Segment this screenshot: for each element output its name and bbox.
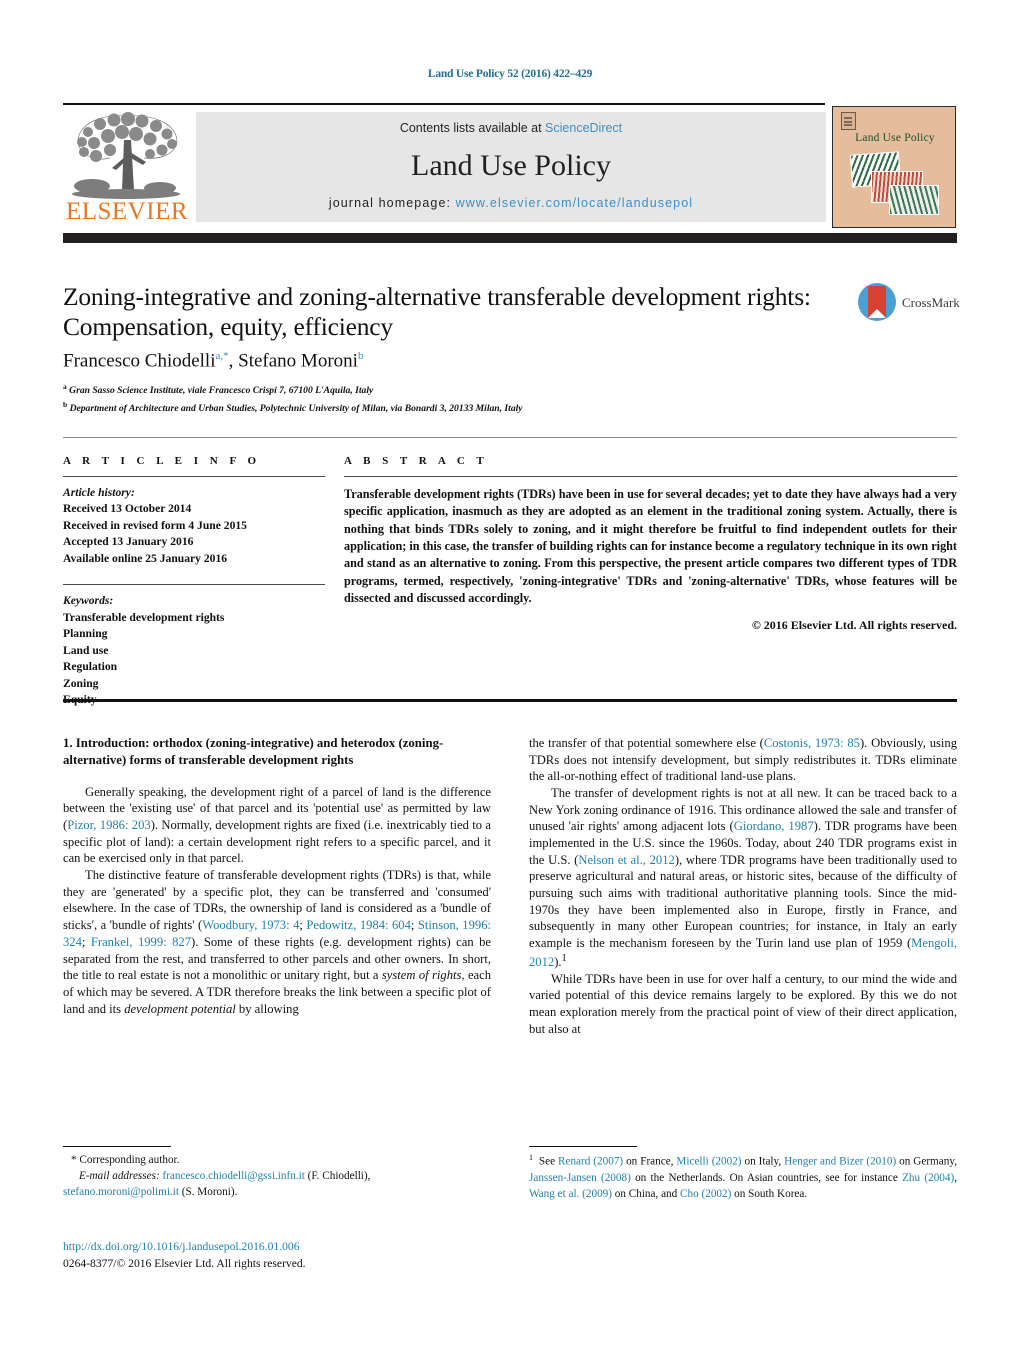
affiliation-b-text: Department of Architecture and Urban Stu… <box>69 403 523 415</box>
journal-homepage-line: journal homepage: www.elsevier.com/locat… <box>196 196 826 210</box>
citation-link[interactable]: Pizor, 1986: 203 <box>67 818 150 832</box>
sciencedirect-link[interactable]: ScienceDirect <box>545 121 622 135</box>
email-name-1: (F. Chiodelli), <box>307 1170 371 1183</box>
keywords-label: Keywords: <box>63 594 114 608</box>
contents-list-line: Contents lists available at ScienceDirec… <box>196 121 826 135</box>
journal-cover-thumbnail: Land Use Policy <box>832 106 956 228</box>
copyright-line: © 2016 Elsevier Ltd. All rights reserved… <box>751 618 957 633</box>
elsevier-wordmark: ELSEVIER <box>65 198 189 225</box>
issn-copyright-line: 0264-8377/© 2016 Elsevier Ltd. All right… <box>63 1257 306 1271</box>
footnote-rule-left <box>63 1146 171 1147</box>
history-item: Received 13 October 2014 <box>63 502 192 516</box>
abstract-column: A B S T R A C T Transferable development… <box>344 455 957 633</box>
paragraph: Generally speaking, the development righ… <box>63 784 491 866</box>
corresponding-author-note: * Corresponding author. E-mail addresses… <box>63 1152 491 1201</box>
citation-link[interactable]: Cho (2002) <box>680 1188 731 1200</box>
history-item: Received in revised form 4 June 2015 <box>63 518 247 532</box>
citation-link[interactable]: Zhu (2004) <box>902 1172 954 1184</box>
article-history: Article history: Received 13 October 201… <box>63 485 325 567</box>
journal-masthead-box: Contents lists available at ScienceDirec… <box>196 112 826 222</box>
footnote-1: 1 See Renard (2007) on France, Micelli (… <box>529 1153 957 1201</box>
citation-link[interactable]: Micelli (2002) <box>676 1156 741 1168</box>
article-info-heading: A R T I C L E I N F O <box>63 455 261 467</box>
keyword-item: Planning <box>63 627 108 641</box>
journal-article-page: Land Use Policy 52 (2016) 422–429 ELSEVI… <box>0 0 1020 1351</box>
body-column-right: the transfer of that potential somewhere… <box>529 735 957 1037</box>
affiliation-a-text: Gran Sasso Science Institute, viale Fran… <box>69 385 374 397</box>
journal-title: Land Use Policy <box>411 149 611 182</box>
corresponding-author-text: * Corresponding author. <box>71 1154 180 1166</box>
email-link-2[interactable]: stefano.moroni@polimi.it <box>63 1186 179 1198</box>
history-item: Available online 25 January 2016 <box>63 551 228 565</box>
affiliations: a Gran Sasso Science Institute, viale Fr… <box>63 381 863 417</box>
email-line-2: stefano.moroni@polimi.it (S. Moroni). <box>63 1184 491 1200</box>
section-heading: 1. Introduction: orthodox (zoning-integr… <box>63 736 444 768</box>
article-info-divider <box>63 476 325 477</box>
footnote-marker[interactable]: 1 <box>562 953 567 964</box>
keyword-item: Regulation <box>63 660 118 674</box>
article-history-label: Article history: <box>63 486 135 499</box>
paragraph: The transfer of development rights is no… <box>529 786 957 969</box>
paragraph: The distinctive feature of transferable … <box>63 868 492 1016</box>
keyword-item: Zoning <box>63 676 99 690</box>
homepage-prefix: journal homepage: <box>328 196 456 210</box>
keywords-divider <box>63 584 325 586</box>
abstract-heading: A B S T R A C T <box>344 455 489 467</box>
email-name-2: (S. Moroni). <box>181 1186 238 1199</box>
citation-link[interactable]: Wang et al. (2009) <box>529 1188 612 1200</box>
history-item: Accepted 13 January 2016 <box>63 535 194 549</box>
citation-link[interactable]: Frankel, 1999: 827 <box>91 935 191 949</box>
abstract-divider <box>344 476 957 477</box>
citation-link[interactable]: Henger and Bizer (2010) <box>784 1156 896 1168</box>
citation-link[interactable]: Costonis, 1973: 85 <box>764 736 860 750</box>
citation-link[interactable]: Mengoli, 2012 <box>529 936 957 969</box>
citation-link[interactable]: Giordano, 1987 <box>734 819 814 833</box>
journal-homepage-link[interactable]: www.elsevier.com/locate/landusepol <box>456 196 694 210</box>
elsevier-tree-icon <box>72 112 180 199</box>
email-link-1[interactable]: francesco.chiodelli@gssi.infn.it <box>162 1170 304 1182</box>
author-list: Francesco Chiodellia,*, Stefano Moronib <box>63 350 364 372</box>
email-label: E-mail addresses: <box>79 1170 160 1183</box>
contents-prefix: Contents lists available at <box>399 121 546 135</box>
affiliation-b: b Department of Architecture and Urban S… <box>63 400 523 415</box>
page-title: Zoning-integrative and zoning-alternativ… <box>63 282 811 341</box>
paragraph: While TDRs have been in use for over hal… <box>529 971 957 1036</box>
article-info-column: A R T I C L E I N F O Article history: R… <box>63 455 325 708</box>
footnote-number: 1 <box>529 1153 533 1162</box>
body-column-left: 1. Introduction: orthodox (zoning-integr… <box>63 735 491 1017</box>
masthead-dark-band <box>63 233 957 243</box>
email-line-1: E-mail addresses: francesco.chiodelli@gs… <box>63 1168 491 1184</box>
keyword-item: Land use <box>63 643 109 657</box>
crossmark-label: CrossMark <box>902 295 960 310</box>
cover-image-village <box>889 185 939 215</box>
crossmark-badge[interactable]: CrossMark <box>858 283 960 323</box>
citation-link[interactable]: Pedowitz, 1984: 604 <box>306 918 411 932</box>
affiliation-a: a Gran Sasso Science Institute, viale Fr… <box>63 382 374 397</box>
paragraph: the transfer of that potential somewhere… <box>529 736 957 784</box>
keyword-item: Transferable development rights <box>63 610 225 624</box>
footnote-rule-right <box>529 1146 637 1147</box>
doi-link[interactable]: http://dx.doi.org/10.1016/j.landusepol.2… <box>63 1238 491 1255</box>
keywords-block: Keywords: Transferable development right… <box>63 593 325 708</box>
citation-link[interactable]: Janssen-Jansen (2008) <box>529 1172 631 1184</box>
doi-block: http://dx.doi.org/10.1016/j.landusepol.2… <box>63 1238 491 1273</box>
crossmark-icon <box>858 283 896 321</box>
panel-top-rule <box>63 437 957 438</box>
citation-link[interactable]: Renard (2007) <box>558 1156 623 1168</box>
running-head: Land Use Policy 52 (2016) 422–429 <box>427 68 593 80</box>
citation-link[interactable]: Woodbury, 1973: 4 <box>202 918 299 932</box>
cover-journal-title: Land Use Policy <box>855 132 935 144</box>
abstract-text: Transferable development rights (TDRs) h… <box>344 487 957 605</box>
cover-elsevier-icon <box>841 112 856 130</box>
panel-bottom-rule <box>63 699 957 702</box>
elsevier-logo: ELSEVIER <box>64 110 190 228</box>
citation-link[interactable]: Nelson et al., 2012 <box>578 853 674 867</box>
masthead-top-rule <box>63 103 825 105</box>
